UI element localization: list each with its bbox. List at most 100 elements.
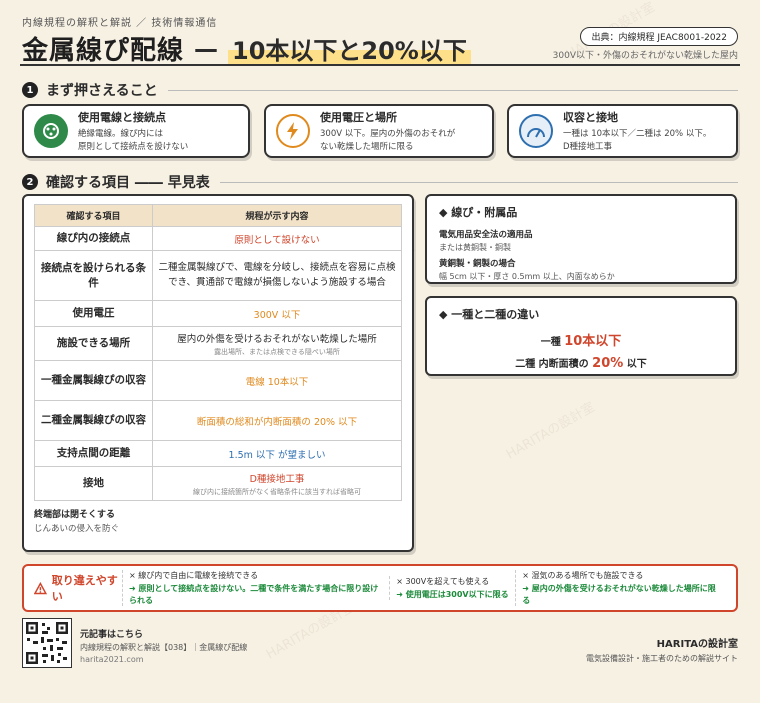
warning-right: ➜ 使用電圧は300V以下に限る	[396, 589, 509, 599]
card-title: 使用電線と接続点	[78, 111, 166, 125]
warning-right: ➜ 屋内の外傷を受けるおそれがない乾燥した場所に限る	[522, 584, 716, 605]
card-text: ない乾燥した場所に限る	[320, 141, 414, 152]
card-text: 絶縁電線。線ぴ内には	[78, 129, 164, 140]
title-highlight: 10本以下と20%以下	[228, 31, 471, 66]
table-row: 二種金属製線ぴの収容 断面積の総和が内断面積の 20% 以下	[34, 400, 402, 441]
warning-wrong: × 線ぴ内で自由に電線を接続できる	[129, 571, 259, 581]
table-row: 使用電圧 300V 以下	[34, 300, 402, 327]
section1-number: 1	[22, 82, 38, 98]
table-header: 確認する項目	[34, 204, 153, 227]
card-text: 原則として接続点を設けない	[78, 141, 189, 152]
row-label: 支持点間の距離	[34, 440, 153, 467]
footer-article-link[interactable]: 元記事はこちら 内線規程の解釈と解説【038】｜金属線ぴ配線 haritа202…	[80, 627, 247, 664]
row-label: 線ぴ内の接続点	[34, 226, 153, 251]
section2-line	[219, 181, 738, 183]
row-label: 接続点を設けられる条件	[34, 250, 153, 301]
compare-row-type2: 二種 内断面積の 20% 以下	[439, 355, 723, 371]
warning-title: 取り違えやすい	[51, 574, 118, 603]
warning-item: × 300Vを超えても使える ➜ 使用電圧は300V以下に限る	[389, 575, 515, 601]
section2-heading: 2 確認する項目 ―― 早見表	[22, 172, 738, 192]
table-row: 接地 D種接地工事 線ぴ内に接続箇所がなく省略条件に該当すれば省略可	[34, 466, 402, 501]
accessories-sub2: 黄銅製・銅製の場合	[439, 259, 516, 269]
warning-heading: 取り違えやすい	[34, 572, 122, 604]
footnote-text: じんあいの侵入を防ぐ	[34, 524, 120, 534]
row-content: 300V 以下	[152, 300, 402, 327]
row-content: 電線 10本以下	[152, 360, 402, 401]
table-header: 規程が示す内容	[152, 204, 402, 227]
row-content: 1.5m 以下 が望ましい	[152, 440, 402, 467]
row-content: 断面積の総和が内断面積の 20% 以下	[152, 400, 402, 441]
warning-wrong: × 300Vを超えても使える	[396, 576, 490, 586]
accessories-sub1: 電気用品安全法の適用品	[439, 230, 533, 240]
table-row: 支持点間の距離 1.5m 以下 が望ましい	[34, 440, 402, 467]
row-content: 屋内の外傷を受けるおそれがない乾燥した場所 露出場所、または点検できる隠ぺい場所	[152, 326, 402, 361]
compare-row1-value: 10本以下	[564, 334, 622, 349]
compare-row-type1: 一種 10本以下	[439, 330, 723, 349]
compare-row1-pre: 一種	[540, 337, 561, 348]
brand-tagline: 電気設備設計・施工者のための解説サイト	[586, 654, 738, 663]
section2-number: 2	[22, 174, 38, 190]
section2-title: 確認する項目 ―― 早見表	[46, 175, 210, 191]
warning-right: ➜ 原則として接続点を設けない。二種で条件を満たす場合に限り設けられる	[129, 584, 379, 605]
table-row: 接続点を設けられる条件 二種金属製線ぴで、電線を分岐し、接続点を容易に点検でき、…	[34, 250, 402, 301]
accessories-title: ◆ 線ぴ・附属品	[439, 206, 518, 219]
table-row: 線ぴ内の接続点 原則として設けない	[34, 226, 402, 251]
warning-item: × 湿気のある場所でも施設できる ➜ 屋内の外傷を受けるおそれがない乾燥した場所…	[515, 570, 726, 606]
warning-bar: 取り違えやすい × 線ぴ内で自由に電線を接続できる ➜ 原則として接続点を設けな…	[22, 564, 738, 612]
compare-row2-pre: 二種 内断面積の	[515, 359, 589, 370]
row-content: D種接地工事 線ぴ内に接続箇所がなく省略条件に該当すれば省略可	[152, 466, 402, 501]
card-text: D種接地工事	[563, 141, 613, 152]
title-main: 金属線ぴ配線	[22, 36, 185, 66]
title-dash: —	[194, 34, 219, 63]
footer-article-title: 内線規程の解釈と解説【038】｜金属線ぴ配線	[80, 643, 248, 652]
card-title: 使用電圧と場所	[320, 111, 397, 125]
row-label: 接地	[34, 466, 153, 501]
keypoint-card-wire: 使用電線と接続点 絶縁電線。線ぴ内には 原則として接続点を設けない	[22, 104, 250, 158]
row-content-main: D種接地工事	[249, 473, 305, 485]
row-label: 一種金属製線ぴの収容	[34, 360, 153, 401]
row-content-main: 屋内の外傷を受けるおそれがない乾燥した場所	[177, 333, 377, 345]
row-content-sub: 露出場所、または点検できる隠ぺい場所	[214, 347, 340, 356]
card-text: 300V 以下。屋内の外傷のおそれが	[320, 129, 456, 140]
check-table-box: 確認する項目 規程が示す内容 線ぴ内の接続点 原則として設けない 接続点を設けら…	[22, 194, 414, 552]
watermark: HARITAの設計室	[503, 399, 598, 463]
footer-link-label: 元記事はこちら	[80, 630, 144, 640]
qr-code[interactable]	[22, 618, 72, 668]
row-content-sub: 線ぴ内に接続箇所がなく省略条件に該当すれば省略可	[193, 487, 361, 496]
source-note: 300V以下・外傷のおそれがない乾燥した屋内	[552, 51, 738, 61]
section1-heading: 1 まず押さえること	[22, 80, 738, 100]
footnote-title: 終端部は閉そくする	[34, 510, 116, 520]
table-footnote: 終端部は閉そくする じんあいの侵入を防ぐ	[34, 507, 402, 534]
accessories-txt1: または黄銅製・銅製	[439, 243, 511, 252]
section1-line	[167, 89, 738, 91]
accessories-box: ◆ 線ぴ・附属品 電気用品安全法の適用品 または黄銅製・銅製 黄銅製・銅製の場合…	[425, 194, 737, 284]
source-badge: 出典：内線規程 JEAC8001-2022	[580, 27, 738, 46]
footer-brand: HARITAの設計室 電気設備設計・施工者のための解説サイト	[586, 635, 738, 664]
keypoint-card-voltage: 使用電圧と場所 300V 以下。屋内の外傷のおそれが ない乾燥した場所に限る	[264, 104, 494, 158]
keypoint-card-capacity: 収容と接地 一種は 10本以下／二種は 20% 以下。 D種接地工事	[507, 104, 738, 158]
lightning-icon	[276, 114, 310, 148]
connector-icon	[34, 114, 68, 148]
table-header-row: 確認する項目 規程が示す内容	[34, 204, 402, 227]
warning-wrong: × 湿気のある場所でも施設できる	[522, 571, 644, 581]
row-content: 原則として設けない	[152, 226, 402, 251]
row-label: 二種金属製線ぴの収容	[34, 400, 153, 441]
row-content: 二種金属製線ぴで、電線を分岐し、接続点を容易に点検でき、貫通部で電線が損傷しない…	[152, 250, 402, 301]
gauge-icon	[519, 114, 553, 148]
compare-title: ◆ 一種と二種の違い	[439, 308, 540, 321]
row-label: 施設できる場所	[34, 326, 153, 361]
check-table: 確認する項目 規程が示す内容 線ぴ内の接続点 原則として設けない 接続点を設けら…	[34, 204, 402, 501]
warning-icon	[34, 581, 47, 594]
row-label: 使用電圧	[34, 300, 153, 327]
card-text: 一種は 10本以下／二種は 20% 以下。	[563, 129, 712, 140]
header-subtitle: 内線規程の解釈と解説 ／ 技術情報通信	[22, 18, 218, 29]
header-divider	[20, 64, 740, 66]
compare-row2-post: 以下	[626, 359, 647, 370]
table-row: 一種金属製線ぴの収容 電線 10本以下	[34, 360, 402, 401]
section1-title: まず押さえること	[46, 83, 158, 99]
card-title: 収容と接地	[563, 111, 618, 125]
compare-row2-value: 20%	[592, 356, 624, 371]
warning-item: × 線ぴ内で自由に電線を接続できる ➜ 原則として接続点を設けない。二種で条件を…	[122, 570, 389, 606]
accessories-txt2: 幅 5cm 以下・厚さ 0.5mm 以上、内面なめらか	[439, 272, 615, 281]
type-compare-box: ◆ 一種と二種の違い 一種 10本以下 二種 内断面積の 20% 以下	[425, 296, 737, 376]
